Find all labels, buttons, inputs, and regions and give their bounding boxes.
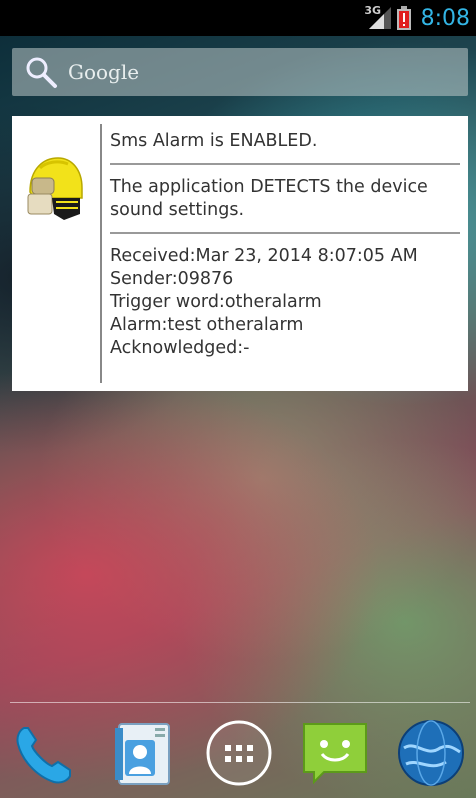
dock-item-contacts[interactable] xyxy=(107,718,177,788)
widget-content: Sms Alarm is ENABLED. The application DE… xyxy=(110,130,460,360)
acknowledged-text: Acknowledged:- xyxy=(110,338,250,358)
dock-item-messaging[interactable] xyxy=(300,718,370,788)
widget-icon-area xyxy=(12,116,100,391)
dock-item-phone[interactable] xyxy=(10,718,80,788)
sender-text: Sender:09876 xyxy=(110,269,234,289)
firefighter-helmet-icon xyxy=(27,157,83,220)
trigger-word-text: Trigger word:otheralarm xyxy=(110,292,322,312)
dock-item-browser[interactable] xyxy=(396,718,466,788)
status-icons: 8:08 xyxy=(368,0,470,36)
alarm-status-text: Sms Alarm is ENABLED. xyxy=(110,131,318,151)
alarm-text: Alarm:test otheralarm xyxy=(110,315,304,335)
received-text: Received:Mar 23, 2014 8:07:05 AM xyxy=(110,246,418,266)
search-icon xyxy=(26,57,57,88)
sound-settings-text: The application DETECTS the device sound… xyxy=(110,177,428,220)
phone-icon xyxy=(16,727,71,784)
battery-alert-icon xyxy=(396,6,411,30)
contacts-icon xyxy=(115,723,170,785)
sms-alarm-widget[interactable]: Sms Alarm is ENABLED. The application DE… xyxy=(12,116,468,391)
search-label: Google xyxy=(68,60,140,84)
separator xyxy=(110,232,460,234)
separator xyxy=(110,163,460,165)
google-search-bar[interactable]: Google xyxy=(12,48,468,96)
clock: 8:08 xyxy=(420,5,470,31)
app-drawer-icon xyxy=(206,720,272,786)
messaging-icon xyxy=(303,723,367,785)
status-bar: 3G 8:08 xyxy=(0,0,476,36)
dock xyxy=(0,712,476,792)
globe-icon xyxy=(398,720,464,786)
dock-divider xyxy=(10,702,470,703)
signal-icon xyxy=(368,7,391,29)
dock-item-app-drawer[interactable] xyxy=(204,718,274,788)
widget-divider xyxy=(100,124,102,383)
